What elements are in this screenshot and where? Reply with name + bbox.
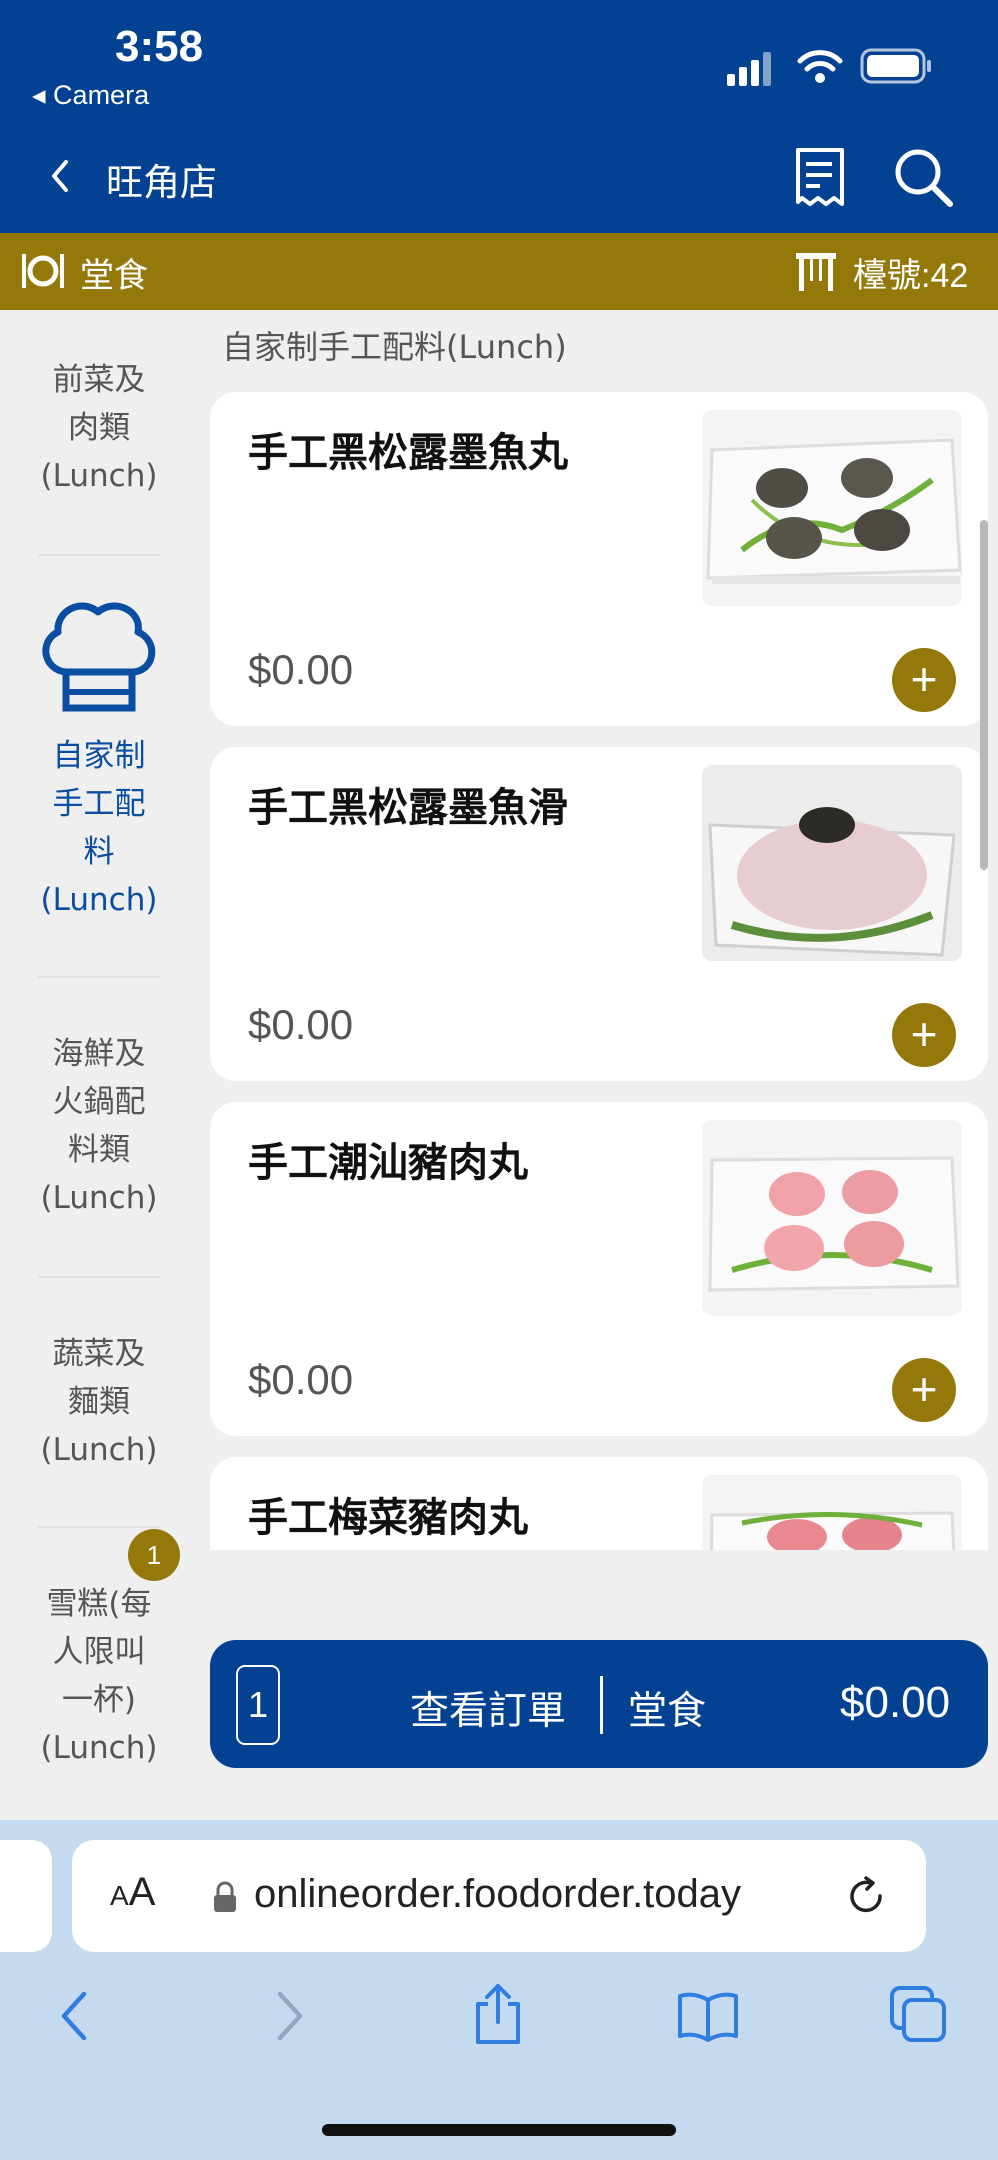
menu-item-name: 手工梅菜豬肉丸 bbox=[248, 1495, 528, 1541]
order-total: $0.00 bbox=[840, 1678, 951, 1727]
signal-icon bbox=[727, 52, 771, 86]
sidebar-item-label: 雪糕(每 bbox=[46, 1586, 152, 1622]
order-bar-divider bbox=[600, 1676, 603, 1734]
menu-item-name: 手工黑松露墨魚丸 bbox=[248, 430, 568, 476]
dining-icon bbox=[22, 254, 64, 288]
order-mode-label: 堂食 bbox=[628, 1689, 707, 1734]
browser-forward-icon[interactable] bbox=[272, 1990, 308, 2042]
aa-large: A bbox=[128, 1870, 156, 1914]
menu-item-price: $0.00 bbox=[248, 1356, 354, 1403]
squid-paste-photo bbox=[708, 807, 956, 957]
tabs-icon[interactable] bbox=[888, 1984, 950, 2046]
bookmarks-icon[interactable] bbox=[676, 1990, 740, 2042]
reload-icon[interactable] bbox=[844, 1874, 890, 1920]
store-name: 旺角店 bbox=[106, 161, 217, 204]
add-to-order-button[interactable]: + bbox=[892, 1003, 956, 1067]
view-order-bar[interactable]: 1 查看訂單 堂食 $0.00 bbox=[210, 1640, 988, 1768]
menu-item-photo bbox=[702, 410, 962, 606]
status-time: 3:58 bbox=[115, 22, 204, 71]
list-scrollbar[interactable] bbox=[980, 520, 988, 870]
browser-back-icon[interactable] bbox=[56, 1990, 92, 2042]
menu-item-price: $0.00 bbox=[248, 1001, 354, 1048]
sidebar-item-label: 一杯) bbox=[61, 1682, 137, 1718]
add-to-order-button[interactable]: + bbox=[892, 648, 956, 712]
menu-item-name: 手工潮汕豬肉丸 bbox=[248, 1140, 528, 1186]
order-item-count: 1 bbox=[236, 1665, 280, 1745]
share-icon[interactable] bbox=[470, 1982, 526, 2046]
menu-item-photo bbox=[702, 1475, 962, 1550]
menu-item-photo bbox=[702, 765, 962, 961]
menu-item-card[interactable]: 手工黑松露墨魚滑 $0.00 + bbox=[210, 747, 988, 1081]
menu-item-card[interactable]: 手工梅菜豬肉丸 bbox=[210, 1457, 988, 1550]
dining-mode-bar bbox=[0, 233, 998, 310]
menu-item-list: 手工黑松露墨魚丸 $0.00 + 手工黑松露墨魚滑 $0.00 + 手工潮汕豬肉… bbox=[0, 380, 998, 1550]
menu-item-card[interactable]: 手工潮汕豬肉丸 $0.00 + bbox=[210, 1102, 988, 1436]
url-text: onlineorder.foodorder.today bbox=[254, 1872, 742, 1916]
dining-mode-label: 堂食 bbox=[80, 256, 148, 296]
back-chevron-icon[interactable] bbox=[46, 156, 74, 196]
menu-item-name: 手工黑松露墨魚滑 bbox=[248, 785, 568, 831]
menu-item-card[interactable]: 手工黑松露墨魚丸 $0.00 + bbox=[210, 392, 988, 726]
reader-text-size-button[interactable]: AA bbox=[110, 1870, 155, 1915]
search-icon[interactable] bbox=[892, 146, 956, 210]
sidebar-item-ice-cream[interactable]: 雪糕(每 人限叫 一杯) (Lunch) bbox=[0, 1580, 198, 1772]
add-to-order-button[interactable]: + bbox=[892, 1358, 956, 1422]
section-title: 自家制手工配料(Lunch) bbox=[222, 328, 567, 366]
pork-balls-photo bbox=[708, 1156, 960, 1292]
preserved-veg-pork-balls-photo bbox=[709, 1511, 956, 1550]
sidebar-item-label: 人限叫 bbox=[52, 1634, 146, 1670]
table-icon bbox=[796, 253, 836, 291]
order-receipt-icon[interactable] bbox=[790, 146, 850, 208]
address-bar[interactable]: AA onlineorder.foodorder.today bbox=[72, 1840, 926, 1952]
previous-tab-preview[interactable] bbox=[0, 1840, 52, 1952]
home-indicator bbox=[322, 2124, 676, 2136]
back-to-camera-link[interactable]: ◂ Camera bbox=[32, 80, 149, 111]
menu-item-photo bbox=[702, 1120, 962, 1316]
table-number: 檯號:42 bbox=[853, 257, 969, 295]
squid-balls-photo bbox=[706, 438, 962, 584]
aa-small: A bbox=[110, 1880, 129, 1911]
wifi-icon bbox=[797, 50, 843, 83]
lock-icon bbox=[214, 1881, 236, 1912]
sidebar-item-label: (Lunch) bbox=[40, 1730, 158, 1766]
view-order-label: 查看訂單 bbox=[410, 1689, 567, 1734]
battery-icon bbox=[860, 48, 931, 84]
menu-item-price: $0.00 bbox=[248, 646, 354, 693]
